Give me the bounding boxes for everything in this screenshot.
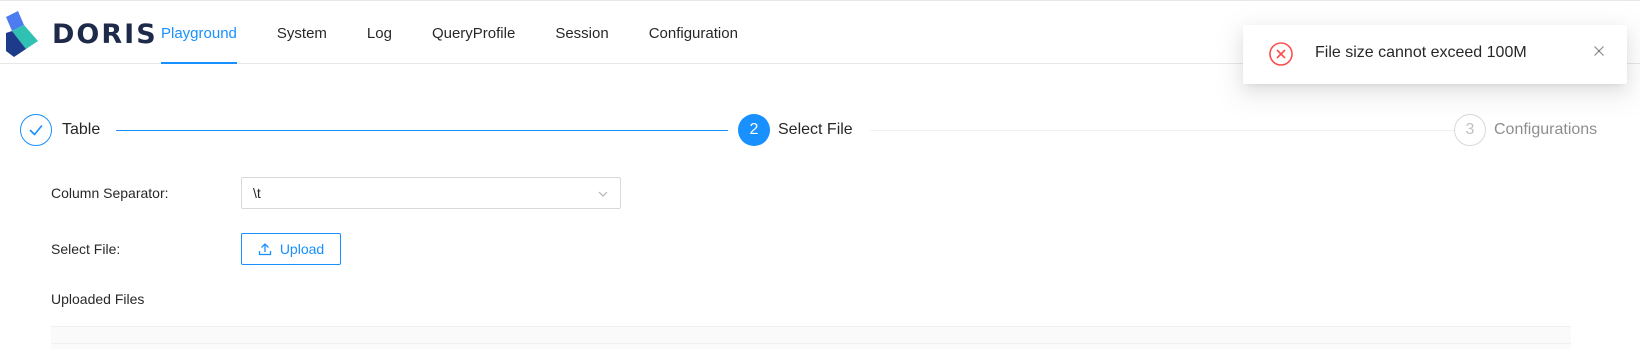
nav-item-configuration[interactable]: Configuration — [629, 1, 758, 64]
select-file-label: Select File: — [51, 241, 121, 257]
logo[interactable]: DORIS — [4, 11, 158, 57]
column-separator-label: Column Separator: — [51, 185, 169, 201]
close-circle-icon — [1269, 42, 1293, 66]
step-3-icon: 3 — [1454, 114, 1486, 146]
close-icon[interactable] — [1593, 45, 1605, 57]
step-2-icon: 2 — [738, 114, 770, 146]
nav-item-system[interactable]: System — [257, 1, 347, 64]
column-separator-value: \t — [253, 185, 261, 201]
import-steps: Table 2 Select File 3 Configurations — [20, 114, 1624, 148]
uploaded-files-table — [51, 326, 1571, 349]
chevron-down-icon — [598, 191, 608, 197]
step-1-connector — [116, 130, 728, 131]
nav-item-playground[interactable]: Playground — [141, 1, 257, 64]
check-icon — [29, 125, 43, 136]
doris-logo-icon — [6, 11, 38, 57]
error-notification: File size cannot exceed 100M — [1243, 25, 1627, 84]
upload-button-label: Upload — [279, 241, 325, 257]
step-2-connector — [870, 130, 1458, 131]
uploaded-files-title: Uploaded Files — [51, 291, 145, 307]
step-1-title: Table — [62, 121, 101, 138]
step-1-icon — [20, 114, 52, 146]
column-separator-select[interactable]: \t — [241, 177, 621, 209]
nav-item-log[interactable]: Log — [347, 1, 412, 64]
nav-item-session[interactable]: Session — [535, 1, 628, 64]
upload-button[interactable]: Upload — [241, 233, 341, 265]
table-header-divider — [51, 343, 1571, 344]
notification-message: File size cannot exceed 100M — [1315, 44, 1527, 61]
upload-icon — [258, 243, 271, 256]
step-2-title: Select File — [778, 121, 853, 138]
nav-item-queryprofile[interactable]: QueryProfile — [412, 1, 535, 64]
step-3-title: Configurations — [1494, 121, 1598, 138]
main-nav: Playground System Log QueryProfile Sessi… — [141, 1, 758, 64]
